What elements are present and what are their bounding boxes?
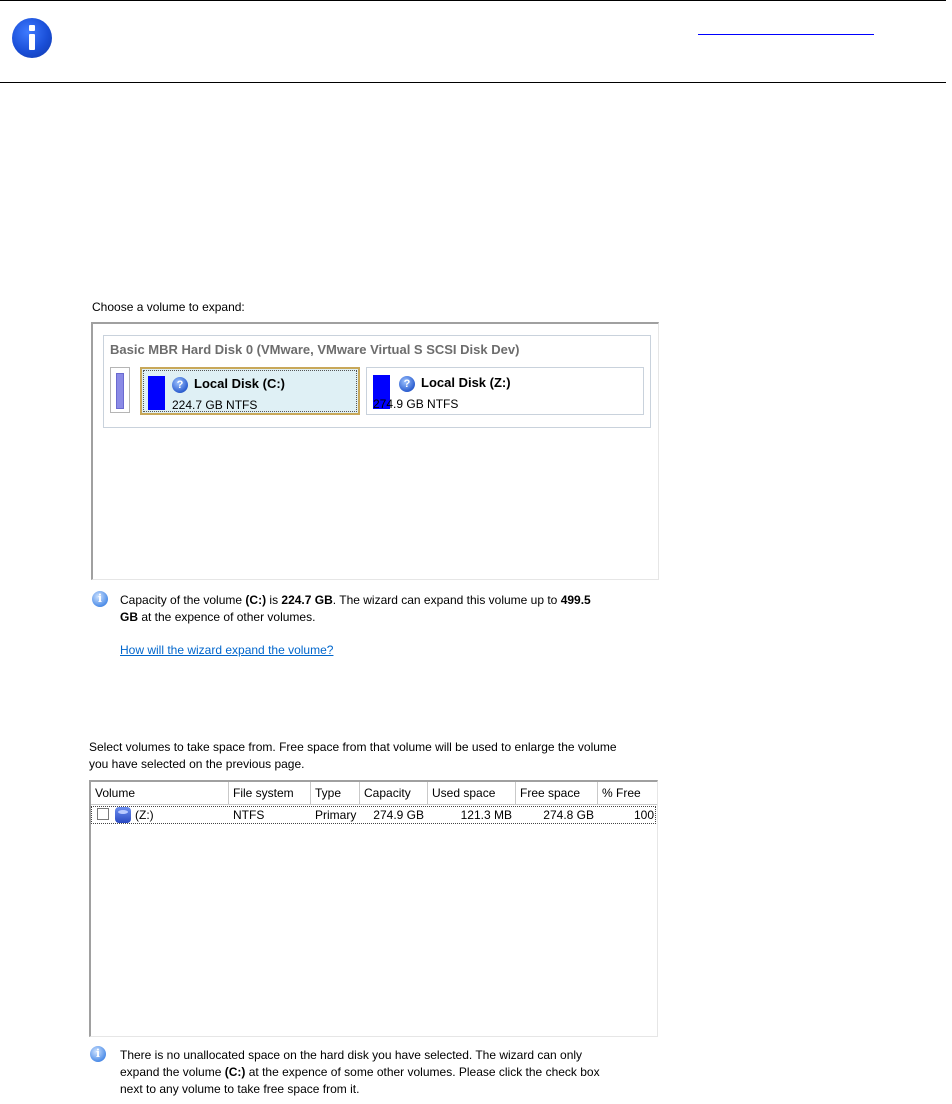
volume-z-name: Local Disk (Z:) — [421, 375, 511, 390]
disk-overview-bar[interactable] — [110, 367, 130, 413]
volume-icon — [115, 807, 131, 823]
disk-title: Basic MBR Hard Disk 0 (VMware, VMware Vi… — [110, 342, 520, 357]
info-icon — [12, 18, 52, 58]
volume-c-size: 224.7 GB NTFS — [172, 398, 258, 412]
capacity-message: Capacity of the volume (C:) is 224.7 GB.… — [120, 593, 591, 624]
volume-c-swatch — [148, 376, 165, 410]
column-header-pct-free[interactable]: % Free — [598, 782, 656, 804]
banner-bottom-rule — [0, 82, 946, 83]
volume-c-name: Local Disk (C:) — [194, 376, 286, 391]
cell-volume: (Z:) — [135, 808, 154, 822]
volume-chooser-panel: Basic MBR Hard Disk 0 (VMware, VMware Vi… — [91, 322, 659, 580]
cell-type: Primary — [315, 808, 357, 822]
help-icon: ? — [399, 376, 415, 392]
disk-group: Basic MBR Hard Disk 0 (VMware, VMware Vi… — [103, 335, 651, 428]
select-volumes-prompt: Select volumes to take space from. Free … — [89, 740, 617, 771]
row-checkbox[interactable] — [97, 808, 109, 820]
banner-link[interactable] — [698, 20, 874, 35]
info-icon: i — [92, 591, 108, 607]
column-header-capacity[interactable]: Capacity — [360, 782, 428, 804]
volumes-table: Volume File system Type Capacity Used sp… — [89, 780, 658, 1037]
cell-used-space: 121.3 MB — [460, 808, 512, 822]
cell-free-space: 274.8 GB — [543, 808, 594, 822]
expand-help-link[interactable]: How will the wizard expand the volume? — [120, 642, 333, 659]
help-icon: ? — [172, 377, 188, 393]
column-header-used-space[interactable]: Used space — [428, 782, 516, 804]
volume-z-size: 274.9 GB NTFS — [373, 397, 459, 411]
volume-c-tile[interactable]: ? Local Disk (C:) 224.7 GB NTFS — [140, 367, 360, 415]
column-header-type[interactable]: Type — [311, 782, 360, 804]
cell-capacity: 274.9 GB — [373, 808, 424, 822]
volume-z-tile[interactable]: ? Local Disk (Z:) 274.9 GB NTFS — [366, 367, 644, 415]
table-row[interactable]: (Z:) NTFS Primary 274.9 GB 121.3 MB 274.… — [91, 806, 657, 824]
info-icon: i — [90, 1046, 106, 1062]
unallocated-message: There is no unallocated space on the har… — [120, 1048, 600, 1096]
choose-volume-label: Choose a volume to expand: — [92, 300, 245, 314]
column-header-volume[interactable]: Volume — [91, 782, 229, 804]
column-header-file-system[interactable]: File system — [229, 782, 311, 804]
table-header: Volume File system Type Capacity Used sp… — [91, 782, 657, 805]
top-rule — [0, 0, 946, 1]
cell-pct-free: 100 — [633, 808, 654, 822]
column-header-free-space[interactable]: Free space — [516, 782, 598, 804]
cell-file-system: NTFS — [233, 808, 265, 822]
